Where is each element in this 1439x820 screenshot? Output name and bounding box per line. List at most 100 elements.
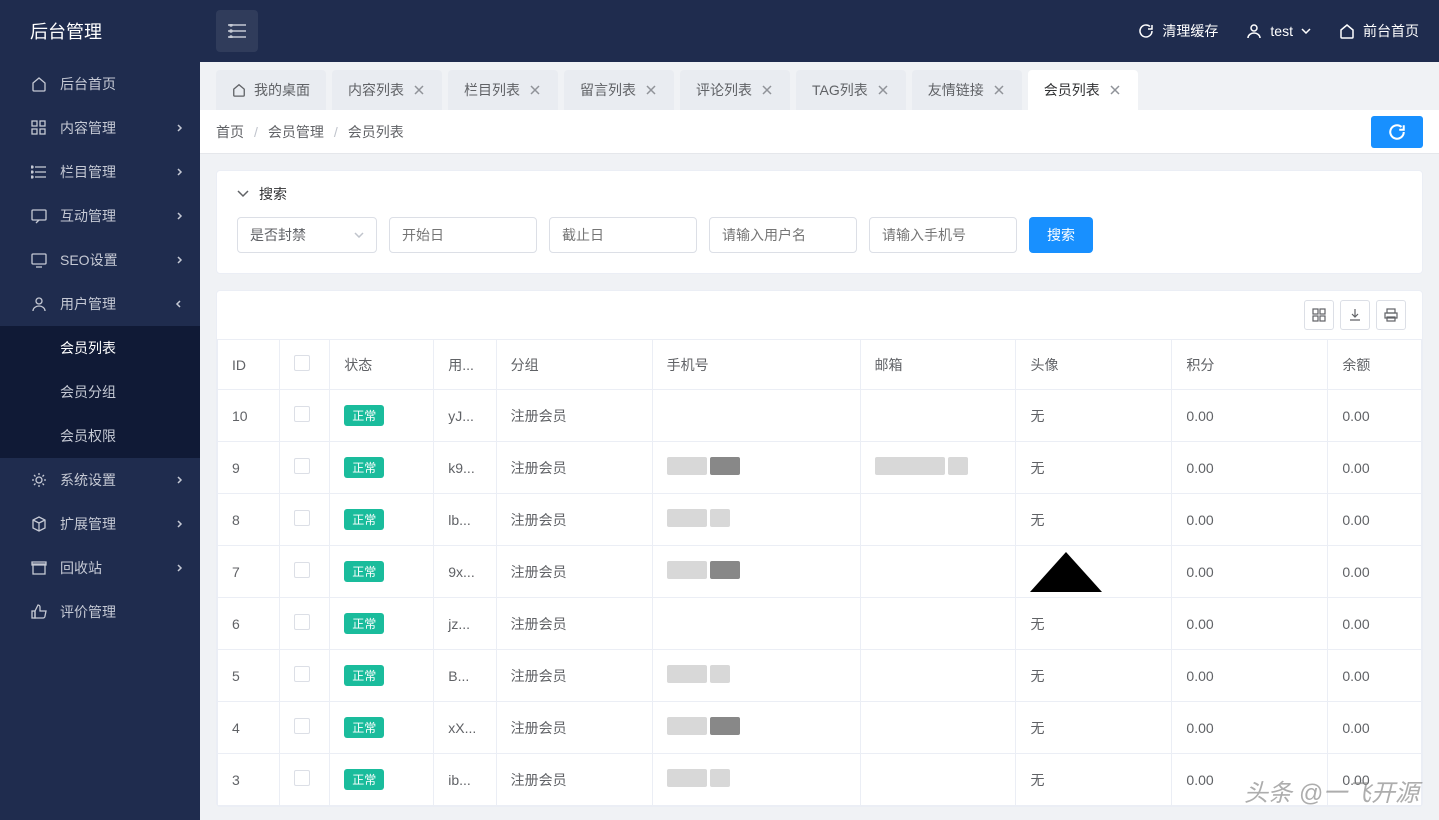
cell-id: 5 bbox=[218, 650, 280, 702]
th-balance[interactable]: 余额 bbox=[1328, 340, 1422, 390]
status-badge: 正常 bbox=[344, 613, 384, 634]
sidebar-subitem-2[interactable]: 会员权限 bbox=[0, 414, 200, 458]
cell-email bbox=[860, 442, 1016, 494]
chevron-icon bbox=[174, 167, 184, 177]
cell-points: 0.00 bbox=[1172, 598, 1328, 650]
tab-label: TAG列表 bbox=[812, 80, 868, 100]
ban-select[interactable]: 是否封禁 bbox=[237, 217, 377, 253]
sidebar-subitem-label: 会员权限 bbox=[60, 426, 116, 446]
home-icon bbox=[30, 75, 48, 93]
header-left: 后台管理 bbox=[0, 10, 258, 52]
sidebar-item-8[interactable]: 回收站 bbox=[0, 546, 200, 590]
tab-label: 友情链接 bbox=[928, 80, 984, 100]
sidebar-item-7[interactable]: 扩展管理 bbox=[0, 502, 200, 546]
print-button[interactable] bbox=[1376, 300, 1406, 330]
th-id[interactable]: ID bbox=[218, 340, 280, 390]
tab-6[interactable]: 友情链接 bbox=[912, 70, 1022, 110]
cell-checkbox bbox=[280, 390, 330, 442]
tab-close-button[interactable] bbox=[644, 83, 658, 97]
frontend-link[interactable]: 前台首页 bbox=[1339, 21, 1419, 41]
tab-2[interactable]: 栏目列表 bbox=[448, 70, 558, 110]
user-menu[interactable]: test bbox=[1246, 23, 1311, 39]
home-icon bbox=[232, 83, 246, 97]
sidebar-item-1[interactable]: 内容管理 bbox=[0, 106, 200, 150]
cell-email bbox=[860, 494, 1016, 546]
select-all-checkbox[interactable] bbox=[294, 355, 310, 371]
tab-close-button[interactable] bbox=[1108, 83, 1122, 97]
sidebar-item-label: 系统设置 bbox=[60, 470, 116, 490]
columns-button[interactable] bbox=[1304, 300, 1334, 330]
tab-7[interactable]: 会员列表 bbox=[1028, 70, 1138, 110]
th-group[interactable]: 分组 bbox=[496, 340, 652, 390]
cell-id: 4 bbox=[218, 702, 280, 754]
tab-close-button[interactable] bbox=[412, 83, 426, 97]
sidebar-item-9[interactable]: 评价管理 bbox=[0, 590, 200, 634]
sidebar-item-5[interactable]: 用户管理 bbox=[0, 282, 200, 326]
tab-label: 留言列表 bbox=[580, 80, 636, 100]
row-checkbox[interactable] bbox=[294, 562, 310, 578]
th-username[interactable]: 用... bbox=[434, 340, 496, 390]
sidebar-subitem-1[interactable]: 会员分组 bbox=[0, 370, 200, 414]
cell-avatar: 无 bbox=[1016, 650, 1172, 702]
sidebar-item-label: 内容管理 bbox=[60, 118, 116, 138]
menu-toggle-button[interactable] bbox=[216, 10, 258, 52]
row-checkbox[interactable] bbox=[294, 458, 310, 474]
chevron-icon bbox=[174, 519, 184, 529]
th-points[interactable]: 积分 bbox=[1172, 340, 1328, 390]
refresh-icon bbox=[1138, 23, 1154, 39]
row-checkbox[interactable] bbox=[294, 510, 310, 526]
ban-select-label: 是否封禁 bbox=[250, 225, 306, 245]
table-toolbar bbox=[217, 291, 1422, 339]
start-date-input[interactable] bbox=[389, 217, 537, 253]
tab-5[interactable]: TAG列表 bbox=[796, 70, 906, 110]
row-checkbox[interactable] bbox=[294, 614, 310, 630]
cell-status: 正常 bbox=[330, 546, 434, 598]
clear-cache-label: 清理缓存 bbox=[1162, 21, 1218, 41]
chevron-icon bbox=[174, 299, 184, 309]
tab-close-button[interactable] bbox=[992, 83, 1006, 97]
archive-icon bbox=[30, 559, 48, 577]
avatar-text: 无 bbox=[1030, 512, 1044, 528]
tab-close-button[interactable] bbox=[876, 83, 890, 97]
refresh-button[interactable] bbox=[1371, 116, 1423, 148]
search-toggle[interactable]: 搜索 bbox=[217, 171, 1422, 217]
th-avatar[interactable]: 头像 bbox=[1016, 340, 1172, 390]
th-status[interactable]: 状态 bbox=[330, 340, 434, 390]
sidebar-item-6[interactable]: 系统设置 bbox=[0, 458, 200, 502]
sidebar-item-3[interactable]: 互动管理 bbox=[0, 194, 200, 238]
breadcrumb: 首页/会员管理/会员列表 bbox=[216, 122, 404, 142]
breadcrumb-item[interactable]: 首页 bbox=[216, 122, 244, 142]
export-button[interactable] bbox=[1340, 300, 1370, 330]
cell-id: 9 bbox=[218, 442, 280, 494]
clear-cache-button[interactable]: 清理缓存 bbox=[1138, 21, 1218, 41]
tab-1[interactable]: 内容列表 bbox=[332, 70, 442, 110]
search-form: 是否封禁 搜索 bbox=[217, 217, 1422, 273]
sidebar-item-0[interactable]: 后台首页 bbox=[0, 62, 200, 106]
th-email[interactable]: 邮箱 bbox=[860, 340, 1016, 390]
gear-icon bbox=[30, 471, 48, 489]
row-checkbox[interactable] bbox=[294, 718, 310, 734]
cell-checkbox bbox=[280, 598, 330, 650]
tab-4[interactable]: 评论列表 bbox=[680, 70, 790, 110]
sidebar-item-2[interactable]: 栏目管理 bbox=[0, 150, 200, 194]
breadcrumb-item[interactable]: 会员管理 bbox=[268, 122, 324, 142]
end-date-input[interactable] bbox=[549, 217, 697, 253]
tab-close-button[interactable] bbox=[760, 83, 774, 97]
sidebar-subitem-0[interactable]: 会员列表 bbox=[0, 326, 200, 370]
cell-checkbox bbox=[280, 546, 330, 598]
cell-id: 7 bbox=[218, 546, 280, 598]
sidebar-item-4[interactable]: SEO设置 bbox=[0, 238, 200, 282]
search-button[interactable]: 搜索 bbox=[1029, 217, 1093, 253]
th-checkbox bbox=[280, 340, 330, 390]
th-phone[interactable]: 手机号 bbox=[652, 340, 860, 390]
username-label: test bbox=[1270, 23, 1293, 39]
tab-0[interactable]: 我的桌面 bbox=[216, 70, 326, 110]
row-checkbox[interactable] bbox=[294, 666, 310, 682]
row-checkbox[interactable] bbox=[294, 406, 310, 422]
phone-input[interactable] bbox=[869, 217, 1017, 253]
tab-close-button[interactable] bbox=[528, 83, 542, 97]
username-input[interactable] bbox=[709, 217, 857, 253]
row-checkbox[interactable] bbox=[294, 770, 310, 786]
tab-3[interactable]: 留言列表 bbox=[564, 70, 674, 110]
members-table: ID 状态 用... 分组 手机号 邮箱 头像 积分 余额 10 bbox=[217, 339, 1422, 806]
